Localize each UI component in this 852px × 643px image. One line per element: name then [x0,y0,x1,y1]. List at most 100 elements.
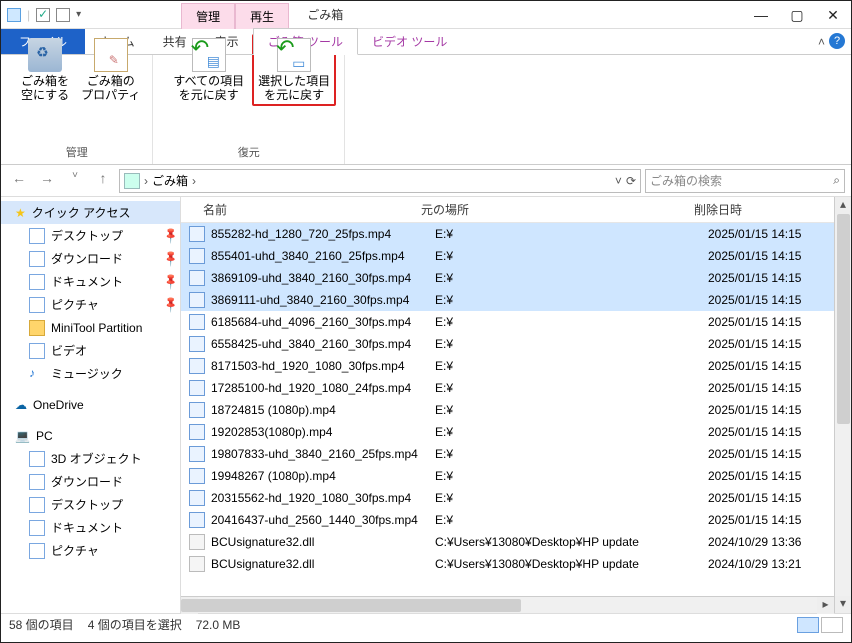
sidebar-item-downloads2[interactable]: ダウンロード [1,470,180,493]
video-file-icon [189,270,205,286]
vertical-scrollbar[interactable]: ▴ ▾ [834,197,851,613]
pin-icon: 📌 [162,272,181,291]
navigation-bar: ← → ˅ ↑ › ごみ箱 › ˅ ⟳ ごみ箱の検索 ⌕ [1,165,851,197]
scroll-up-arrow[interactable]: ▴ [835,197,851,214]
maximize-button[interactable]: ▢ [779,2,815,28]
video-file-icon [189,226,205,242]
qat-sep: | [27,8,30,22]
sidebar-item-desktop[interactable]: デスクトップ📌 [1,224,180,247]
file-row[interactable]: 19807833-uhd_3840_2160_25fps.mp4E:¥2025/… [181,443,834,465]
column-location[interactable]: 元の場所 [421,201,686,218]
sidebar-item-documents[interactable]: ドキュメント📌 [1,270,180,293]
navigation-pane: ★クイック アクセス デスクトップ📌 ダウンロード📌 ドキュメント📌 ピクチャ📌… [1,197,181,613]
scroll-down-arrow[interactable]: ▾ [835,596,851,613]
sidebar-item-onedrive[interactable]: ☁OneDrive [1,393,180,416]
pc-icon: 💻 [15,429,30,443]
file-row[interactable]: 6185684-uhd_4096_2160_30fps.mp4E:¥2025/0… [181,311,834,333]
context-tab-play[interactable]: 再生 [235,3,289,29]
file-row[interactable]: BCUsignature32.dllC:¥Users¥13080¥Desktop… [181,553,834,575]
titlebar: | ✓ ▾ 管理 再生 ごみ箱 — ▢ ✕ [1,1,851,29]
nav-back-button[interactable]: ← [7,170,31,192]
help-button[interactable]: ? [829,33,845,49]
column-name[interactable]: 名前 [181,201,421,218]
desktop2-label: デスクトップ [51,496,123,513]
nav-history-button[interactable]: ˅ [63,170,87,192]
addr-dropdown-icon[interactable]: ˅ [615,174,622,188]
file-row[interactable]: 19948267 (1080p).mp4E:¥2025/01/15 14:15 [181,465,834,487]
addr-refresh-icon[interactable]: ⟳ [626,174,636,188]
horizontal-scrollbar[interactable]: ◂ ▸ [181,596,834,613]
file-row[interactable]: 18724815 (1080p).mp4E:¥2025/01/15 14:15 [181,399,834,421]
close-button[interactable]: ✕ [815,2,851,28]
file-row[interactable]: 20416437-uhd_2560_1440_30fps.mp4E:¥2025/… [181,509,834,531]
sidebar-item-pictures2[interactable]: ピクチャ [1,539,180,562]
tab-video-tools[interactable]: ビデオ ツール [358,29,461,54]
search-box[interactable]: ごみ箱の検索 ⌕ [645,169,845,193]
file-date: 2025/01/15 14:15 [700,425,834,439]
file-location: E:¥ [435,403,700,417]
scroll-right-arrow[interactable]: ▸ [817,597,834,614]
ribbon-collapse-icon[interactable]: ˄ [818,35,825,49]
file-row[interactable]: 3869109-uhd_3840_2160_30fps.mp4E:¥2025/0… [181,267,834,289]
file-row[interactable]: 17285100-hd_1920_1080_24fps.mp4E:¥2025/0… [181,377,834,399]
qat-overflow-icon[interactable]: ▾ [76,9,81,20]
file-row[interactable]: 20315562-hd_1920_1080_30fps.mp4E:¥2025/0… [181,487,834,509]
sidebar-item-quick-access[interactable]: ★クイック アクセス [1,201,180,224]
nav-up-button[interactable]: ↑ [91,170,115,192]
file-location: E:¥ [435,425,700,439]
sidebar-item-documents2[interactable]: ドキュメント [1,516,180,539]
file-location: E:¥ [435,271,700,285]
file-row[interactable]: 855282-hd_1280_720_25fps.mp4E:¥2025/01/1… [181,223,834,245]
view-tiles-button[interactable] [821,617,843,633]
sidebar-item-pc[interactable]: 💻PC [1,424,180,447]
column-date[interactable]: 削除日時 [686,201,834,218]
sidebar-item-3d[interactable]: 3D オブジェクト [1,447,180,470]
context-tab-manage[interactable]: 管理 [181,3,235,29]
addr-sep2-icon[interactable]: › [192,174,196,188]
file-row[interactable]: BCUsignature32.dllC:¥Users¥13080¥Desktop… [181,531,834,553]
v-scroll-track[interactable] [835,214,851,596]
qat-checkbox-icon[interactable]: ✓ [36,8,50,22]
file-location: E:¥ [435,359,700,373]
video-file-icon [189,402,205,418]
file-list[interactable]: 855282-hd_1280_720_25fps.mp4E:¥2025/01/1… [181,223,834,596]
file-row[interactable]: 6558425-uhd_3840_2160_30fps.mp4E:¥2025/0… [181,333,834,355]
file-row[interactable]: 8171503-hd_1920_1080_30fps.mp4E:¥2025/01… [181,355,834,377]
addr-segment-root[interactable]: ごみ箱 [152,172,188,189]
file-location: E:¥ [435,249,700,263]
empty-recycle-label2: 空にする [21,88,69,102]
sidebar-item-video[interactable]: ビデオ [1,339,180,362]
documents2-icon [29,520,45,536]
file-location: E:¥ [435,381,700,395]
sidebar-item-downloads[interactable]: ダウンロード📌 [1,247,180,270]
qat-recycle-icon[interactable] [7,8,21,22]
file-date: 2025/01/15 14:15 [700,469,834,483]
documents2-label: ドキュメント [51,519,123,536]
sidebar-item-pictures[interactable]: ピクチャ📌 [1,293,180,316]
view-details-button[interactable] [797,617,819,633]
sidebar-item-minitool[interactable]: MiniTool Partition [1,316,180,339]
downloads-icon [29,251,45,267]
file-row[interactable]: 19202853(1080p).mp4E:¥2025/01/15 14:15 [181,421,834,443]
sidebar-item-music[interactable]: ♪ミュージック [1,362,180,385]
v-scroll-thumb[interactable] [837,214,850,424]
dll-file-icon [189,556,205,572]
recycle-bin-addr-icon [124,173,140,189]
window-controls: — ▢ ✕ [743,2,851,28]
file-row[interactable]: 855401-uhd_3840_2160_25fps.mp4E:¥2025/01… [181,245,834,267]
documents-icon [29,274,45,290]
file-name: 20315562-hd_1920_1080_30fps.mp4 [211,491,435,505]
props-label2: プロパティ [81,88,140,102]
minimize-button[interactable]: — [743,2,779,28]
restore-all-label2: を元に戻す [179,88,239,102]
qat-newdoc-icon[interactable] [56,8,70,22]
nav-forward-button[interactable]: → [35,170,59,192]
h-scroll-thumb[interactable] [181,599,521,612]
file-row[interactable]: 3869111-uhd_3840_2160_30fps.mp4E:¥2025/0… [181,289,834,311]
address-bar[interactable]: › ごみ箱 › ˅ ⟳ [119,169,641,193]
downloads2-label: ダウンロード [51,473,123,490]
onedrive-icon: ☁ [15,398,27,412]
sidebar-item-desktop2[interactable]: デスクトップ [1,493,180,516]
file-date: 2025/01/15 14:15 [700,315,834,329]
file-name: 18724815 (1080p).mp4 [211,403,435,417]
